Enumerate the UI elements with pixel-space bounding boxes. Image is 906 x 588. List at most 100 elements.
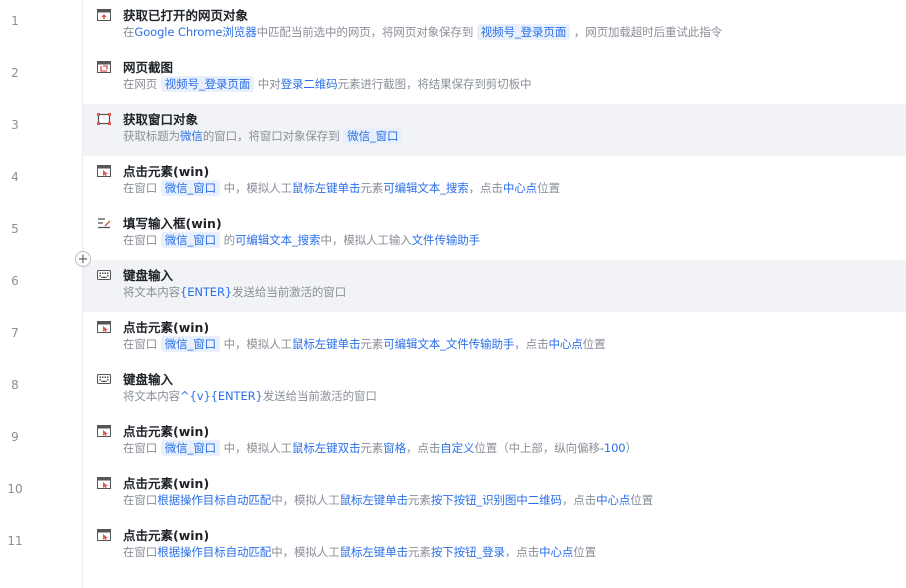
step-title: 键盘输入 <box>123 372 174 387</box>
param-value[interactable]: -100 <box>600 441 626 455</box>
step-title: 点击元素(win) <box>123 164 210 179</box>
description-text: 中对 <box>254 77 281 91</box>
step-row[interactable]: 7 点击元素(win) 在窗口 微信_窗口 中，模拟人工鼠标左键单击元素可编辑文本_… <box>0 312 906 364</box>
description-text: 元素 <box>408 545 431 559</box>
step-row[interactable]: 9 点击元素(win) 在窗口 微信_窗口 中，模拟人工鼠标左键双击元素窗格，点击自… <box>0 416 906 468</box>
param-value[interactable]: 鼠标左键单击 <box>292 181 361 195</box>
description-text: ，网页加载超时后重试此指令 <box>570 25 722 39</box>
param-value[interactable]: 中心点 <box>539 545 573 559</box>
description-text: 在窗口 <box>123 337 161 351</box>
click-element-icon <box>97 165 111 177</box>
description-text: 在窗口 <box>123 441 161 455</box>
step-title: 点击元素(win) <box>123 424 210 439</box>
param-value[interactable]: 可编辑文本_搜索 <box>235 233 321 247</box>
description-text: 位置 <box>582 337 606 351</box>
step-row[interactable]: 8 键盘输入 将文本内容^{v}{ENTER}发送给当前激活的窗口 <box>0 364 906 416</box>
description-text: 发送给当前激活的窗口 <box>262 389 377 403</box>
line-number: 5 <box>11 222 19 236</box>
line-number: 3 <box>11 118 19 132</box>
step-row[interactable]: 4 点击元素(win) 在窗口 微信_窗口 中，模拟人工鼠标左键单击元素可编辑文本_… <box>0 156 906 208</box>
step-description: 在窗口 微信_窗口 的可编辑文本_搜索中，模拟人工输入文件传输助手 <box>123 232 480 248</box>
param-value[interactable]: {ENTER} <box>180 285 232 299</box>
variable-tag[interactable]: 微信_窗口 <box>160 336 221 352</box>
description-text: 在网页 <box>123 77 161 91</box>
description-text: 的 <box>220 233 236 247</box>
step-description: 在Google Chrome浏览器中匹配当前选中的网页，将网页对象保存到 视频号… <box>123 24 722 40</box>
description-text: 中，模拟人工 <box>220 181 293 195</box>
keyboard-icon <box>97 269 111 281</box>
click-element-icon <box>97 425 111 437</box>
step-row[interactable]: 6 键盘输入 将文本内容{ENTER}发送给当前激活的窗口 <box>0 260 906 312</box>
param-value[interactable]: 鼠标左键双击 <box>292 441 361 455</box>
param-value[interactable]: 鼠标左键单击 <box>340 545 409 559</box>
param-value[interactable]: 登录二维码 <box>281 77 338 91</box>
description-text: 位置 <box>630 493 654 507</box>
line-number: 10 <box>7 482 23 496</box>
variable-tag[interactable]: 微信_窗口 <box>343 128 403 144</box>
line-number: 11 <box>7 534 23 548</box>
description-text: 在 <box>123 25 135 39</box>
variable-tag[interactable]: 微信_窗口 <box>160 232 221 248</box>
param-value[interactable]: 中心点 <box>596 493 630 507</box>
param-value[interactable]: 自定义 <box>440 441 474 455</box>
description-text: 位置 <box>573 545 597 559</box>
description-text: 中，模拟人工 <box>220 337 293 351</box>
param-value[interactable]: 按下按钮_识别图中二维码 <box>431 493 562 507</box>
description-text: 中，模拟人工 <box>220 441 293 455</box>
description-text: 中匹配当前选中的网页，将网页对象保存到 <box>256 25 477 39</box>
description-text: ，点击 <box>468 181 503 195</box>
param-value[interactable]: 根据操作目标自动匹配 <box>157 545 271 559</box>
description-text: 元素 <box>360 181 384 195</box>
param-value[interactable]: 中心点 <box>548 337 582 351</box>
description-text: 将文本内容 <box>123 285 180 299</box>
param-value[interactable]: 可编辑文本_搜索 <box>383 181 469 195</box>
description-text: ） <box>625 441 638 455</box>
description-text: 元素 <box>360 441 384 455</box>
step-description: 在网页 视频号_登录页面 中对登录二维码元素进行截图，将结果保存到剪切板中 <box>123 76 531 92</box>
step-row[interactable]: 1 获取已打开的网页对象 在Google Chrome浏览器中匹配当前选中的网页，将… <box>0 0 906 52</box>
param-value[interactable]: 按下按钮_登录 <box>431 545 505 559</box>
step-row[interactable]: 10 点击元素(win) 在窗口根据操作目标自动匹配中，模拟人工鼠标左键单击元素按下… <box>0 468 906 520</box>
param-value[interactable]: 微信 <box>180 129 203 143</box>
description-text: 发送给当前激活的窗口 <box>232 285 347 299</box>
step-row[interactable]: 2 网页截图 在网页 视频号_登录页面 中对登录二维码元素进行截图，将结果保存到剪切… <box>0 52 906 104</box>
param-value[interactable]: ^{v}{ENTER} <box>180 389 263 403</box>
step-description: 在窗口 微信_窗口 中，模拟人工鼠标左键单击元素可编辑文本_搜索，点击中心点位置 <box>123 180 560 196</box>
step-title: 获取已打开的网页对象 <box>123 8 249 23</box>
input-box-icon <box>97 217 111 229</box>
param-value[interactable]: 文件传输助手 <box>412 233 481 247</box>
description-text: 获取标题为 <box>123 129 180 143</box>
param-value[interactable]: 根据操作目标自动匹配 <box>157 493 271 507</box>
description-text: 将文本内容 <box>123 389 180 403</box>
step-description: 在窗口根据操作目标自动匹配中，模拟人工鼠标左键单击元素按下按钮_识别图中二维码，… <box>123 492 653 508</box>
insert-step-button[interactable]: + <box>75 251 91 267</box>
variable-tag[interactable]: 视频号_登录页面 <box>476 24 571 40</box>
description-text: 中，模拟人工 <box>271 545 340 559</box>
description-text: 的窗口，将窗口对象保存到 <box>202 129 344 143</box>
screenshot-icon <box>97 61 111 73</box>
step-row[interactable]: 11 点击元素(win) 在窗口根据操作目标自动匹配中，模拟人工鼠标左键单击元素按下… <box>0 520 906 572</box>
param-value[interactable]: 鼠标左键单击 <box>292 337 361 351</box>
description-text: 元素 <box>408 493 431 507</box>
variable-tag[interactable]: 微信_窗口 <box>160 180 221 196</box>
description-text: 在窗口 <box>123 493 158 507</box>
description-text: 位置（中上部，纵向偏移 <box>474 441 600 455</box>
click-element-icon <box>97 321 111 333</box>
param-value[interactable]: 中心点 <box>503 181 537 195</box>
param-value[interactable]: Google Chrome浏览器 <box>134 25 256 39</box>
click-element-icon <box>97 477 111 489</box>
variable-tag[interactable]: 微信_窗口 <box>160 440 221 456</box>
param-value[interactable]: 可编辑文本_文件传输助手 <box>383 337 514 351</box>
param-value[interactable]: 鼠标左键单击 <box>340 493 409 507</box>
description-text: 元素 <box>360 337 384 351</box>
step-title: 键盘输入 <box>123 268 174 283</box>
variable-tag[interactable]: 视频号_登录页面 <box>160 76 255 92</box>
param-value[interactable]: 窗格 <box>383 441 406 455</box>
line-number: 2 <box>11 66 19 80</box>
description-text: 在窗口 <box>123 545 158 559</box>
step-description: 在窗口 微信_窗口 中，模拟人工鼠标左键单击元素可编辑文本_文件传输助手，点击中… <box>123 336 606 352</box>
step-row[interactable]: 5 填写输入框(win) 在窗口 微信_窗口 的可编辑文本_搜索中，模拟人工输入文件… <box>0 208 906 260</box>
window-icon <box>97 113 111 125</box>
step-row[interactable]: 3 获取窗口对象 获取标题为微信的窗口，将窗口对象保存到 微信_窗口 <box>0 104 906 156</box>
line-number: 4 <box>11 170 19 184</box>
